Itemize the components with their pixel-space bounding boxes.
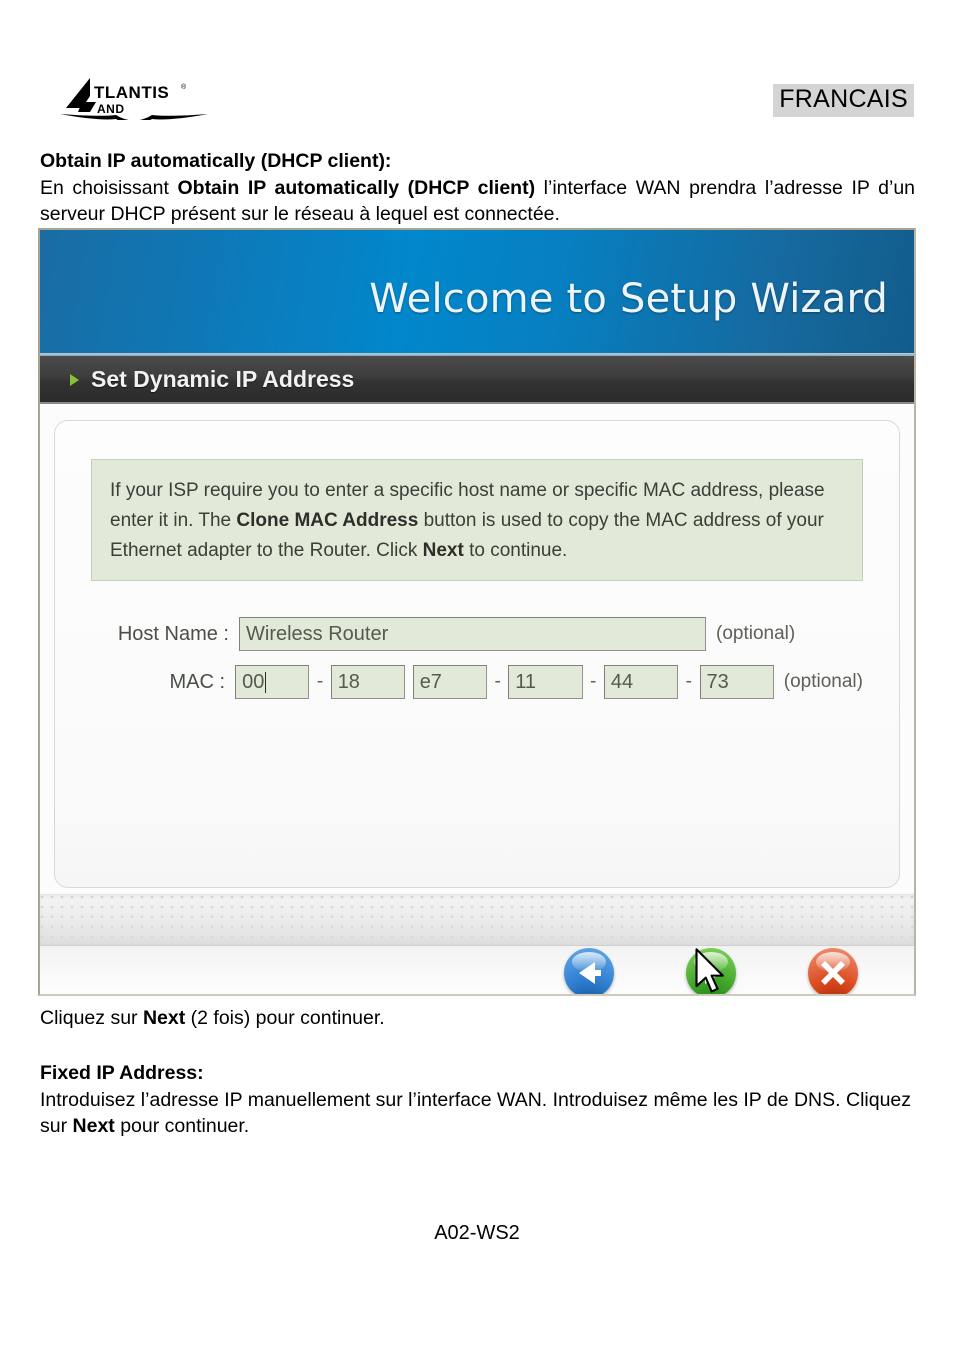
svg-text:TLANTIS: TLANTIS: [94, 83, 169, 102]
setup-wizard-screenshot: Welcome to Setup Wizard Set Dynamic IP A…: [38, 228, 916, 996]
click-part1: Cliquez sur: [40, 1007, 143, 1029]
svg-text:AND: AND: [97, 102, 125, 116]
click-part2: (2 fois) pour continuer.: [185, 1007, 385, 1029]
text-caret: [265, 671, 267, 693]
next-button[interactable]: NEXT: [672, 948, 750, 994]
intro-body-bold: Obtain IP automatically (DHCP client): [177, 177, 536, 199]
document-page: TLANTIS ® AND FRANCAIS Obtain IP automat…: [0, 0, 954, 1350]
arrow-right-icon: [686, 948, 736, 994]
mac-address-row: MAC : 00 - 18 e7 - 11 - 44 - 73 (optiona…: [91, 665, 863, 699]
mac-separator-5: -: [685, 671, 692, 692]
mac-separator-4: -: [590, 671, 597, 692]
host-name-row: Host Name : Wireless Router (optional): [91, 617, 863, 651]
mac-separator-3: -: [494, 671, 501, 692]
info-message: If your ISP require you to enter a speci…: [91, 459, 863, 581]
host-name-input[interactable]: Wireless Router: [239, 617, 706, 651]
mac-octet-3-input[interactable]: e7: [412, 665, 487, 699]
content-panel: If your ISP require you to enter a speci…: [54, 420, 900, 888]
page-footer-model: A02-WS2: [434, 1222, 520, 1244]
mac-octet-4-value: 11: [515, 671, 537, 693]
click-bold: Next: [142, 1007, 186, 1029]
mac-octet-6-input[interactable]: 73: [699, 665, 774, 699]
section-title: Set Dynamic IP Address: [91, 365, 355, 392]
banner-title: Welcome to Setup Wizard: [369, 276, 888, 322]
mac-optional-hint: (optional): [783, 671, 863, 692]
intro-body: En choisissant Obtain IP automatically (…: [40, 175, 915, 227]
back-button[interactable]: BACK: [550, 948, 628, 994]
dynamic-ip-form: Host Name : Wireless Router (optional) M…: [91, 617, 863, 699]
section-header-bar: Set Dynamic IP Address: [40, 356, 914, 404]
language-badge: FRANCAIS: [773, 84, 914, 117]
mac-octet-6-value: 73: [706, 671, 729, 693]
arrow-left-icon: [564, 948, 614, 994]
mac-octet-2-value: 18: [337, 671, 360, 693]
fixed-bold: Next: [72, 1115, 115, 1137]
perforated-divider: [40, 894, 914, 946]
fixed-ip-title: Fixed IP Address:: [40, 1062, 204, 1084]
mac-octet-1-value: 00: [242, 671, 265, 693]
triangle-right-icon: [70, 373, 79, 386]
host-name-value: Wireless Router: [246, 623, 389, 645]
mac-octet-3-value: e7: [419, 671, 442, 693]
info-part3: to continue.: [463, 540, 568, 561]
click-instruction: Cliquez sur Next (2 fois) pour continuer…: [40, 1005, 915, 1031]
fixed-ip-body: Introduisez l’adresse IP manuellement su…: [40, 1087, 915, 1139]
mac-octet-5-input[interactable]: 44: [603, 665, 679, 699]
mac-octet-1-input[interactable]: 00: [235, 665, 310, 699]
info-bold-clone-mac: Clone MAC Address: [236, 510, 419, 531]
mac-octet-5-value: 44: [610, 671, 634, 693]
intro-title: Obtain IP automatically (DHCP client):: [40, 150, 392, 172]
wizard-banner: Welcome to Setup Wizard: [40, 230, 914, 356]
fixed-part2: pour continuer.: [114, 1115, 250, 1137]
page-header: TLANTIS ® AND FRANCAIS: [0, 64, 954, 126]
exit-button[interactable]: EXIT: [794, 948, 872, 994]
wizard-content: If your ISP require you to enter a speci…: [40, 404, 914, 890]
host-name-optional-hint: (optional): [716, 623, 796, 644]
svg-text:®: ®: [181, 83, 187, 91]
mac-octet-4-input[interactable]: 11: [508, 665, 583, 699]
wizard-button-bar: BACK NEXT: [40, 946, 914, 994]
info-bold-next: Next: [422, 540, 464, 561]
atlantis-land-logo: TLANTIS ® AND: [60, 74, 210, 120]
intro-body-part1: En choisissant: [40, 177, 178, 199]
mac-address-label: MAC :: [169, 670, 226, 693]
mac-separator-1: -: [316, 671, 324, 692]
mac-octet-2-input[interactable]: 18: [330, 665, 405, 699]
host-name-label: Host Name :: [117, 622, 229, 645]
close-x-icon: [808, 948, 858, 994]
